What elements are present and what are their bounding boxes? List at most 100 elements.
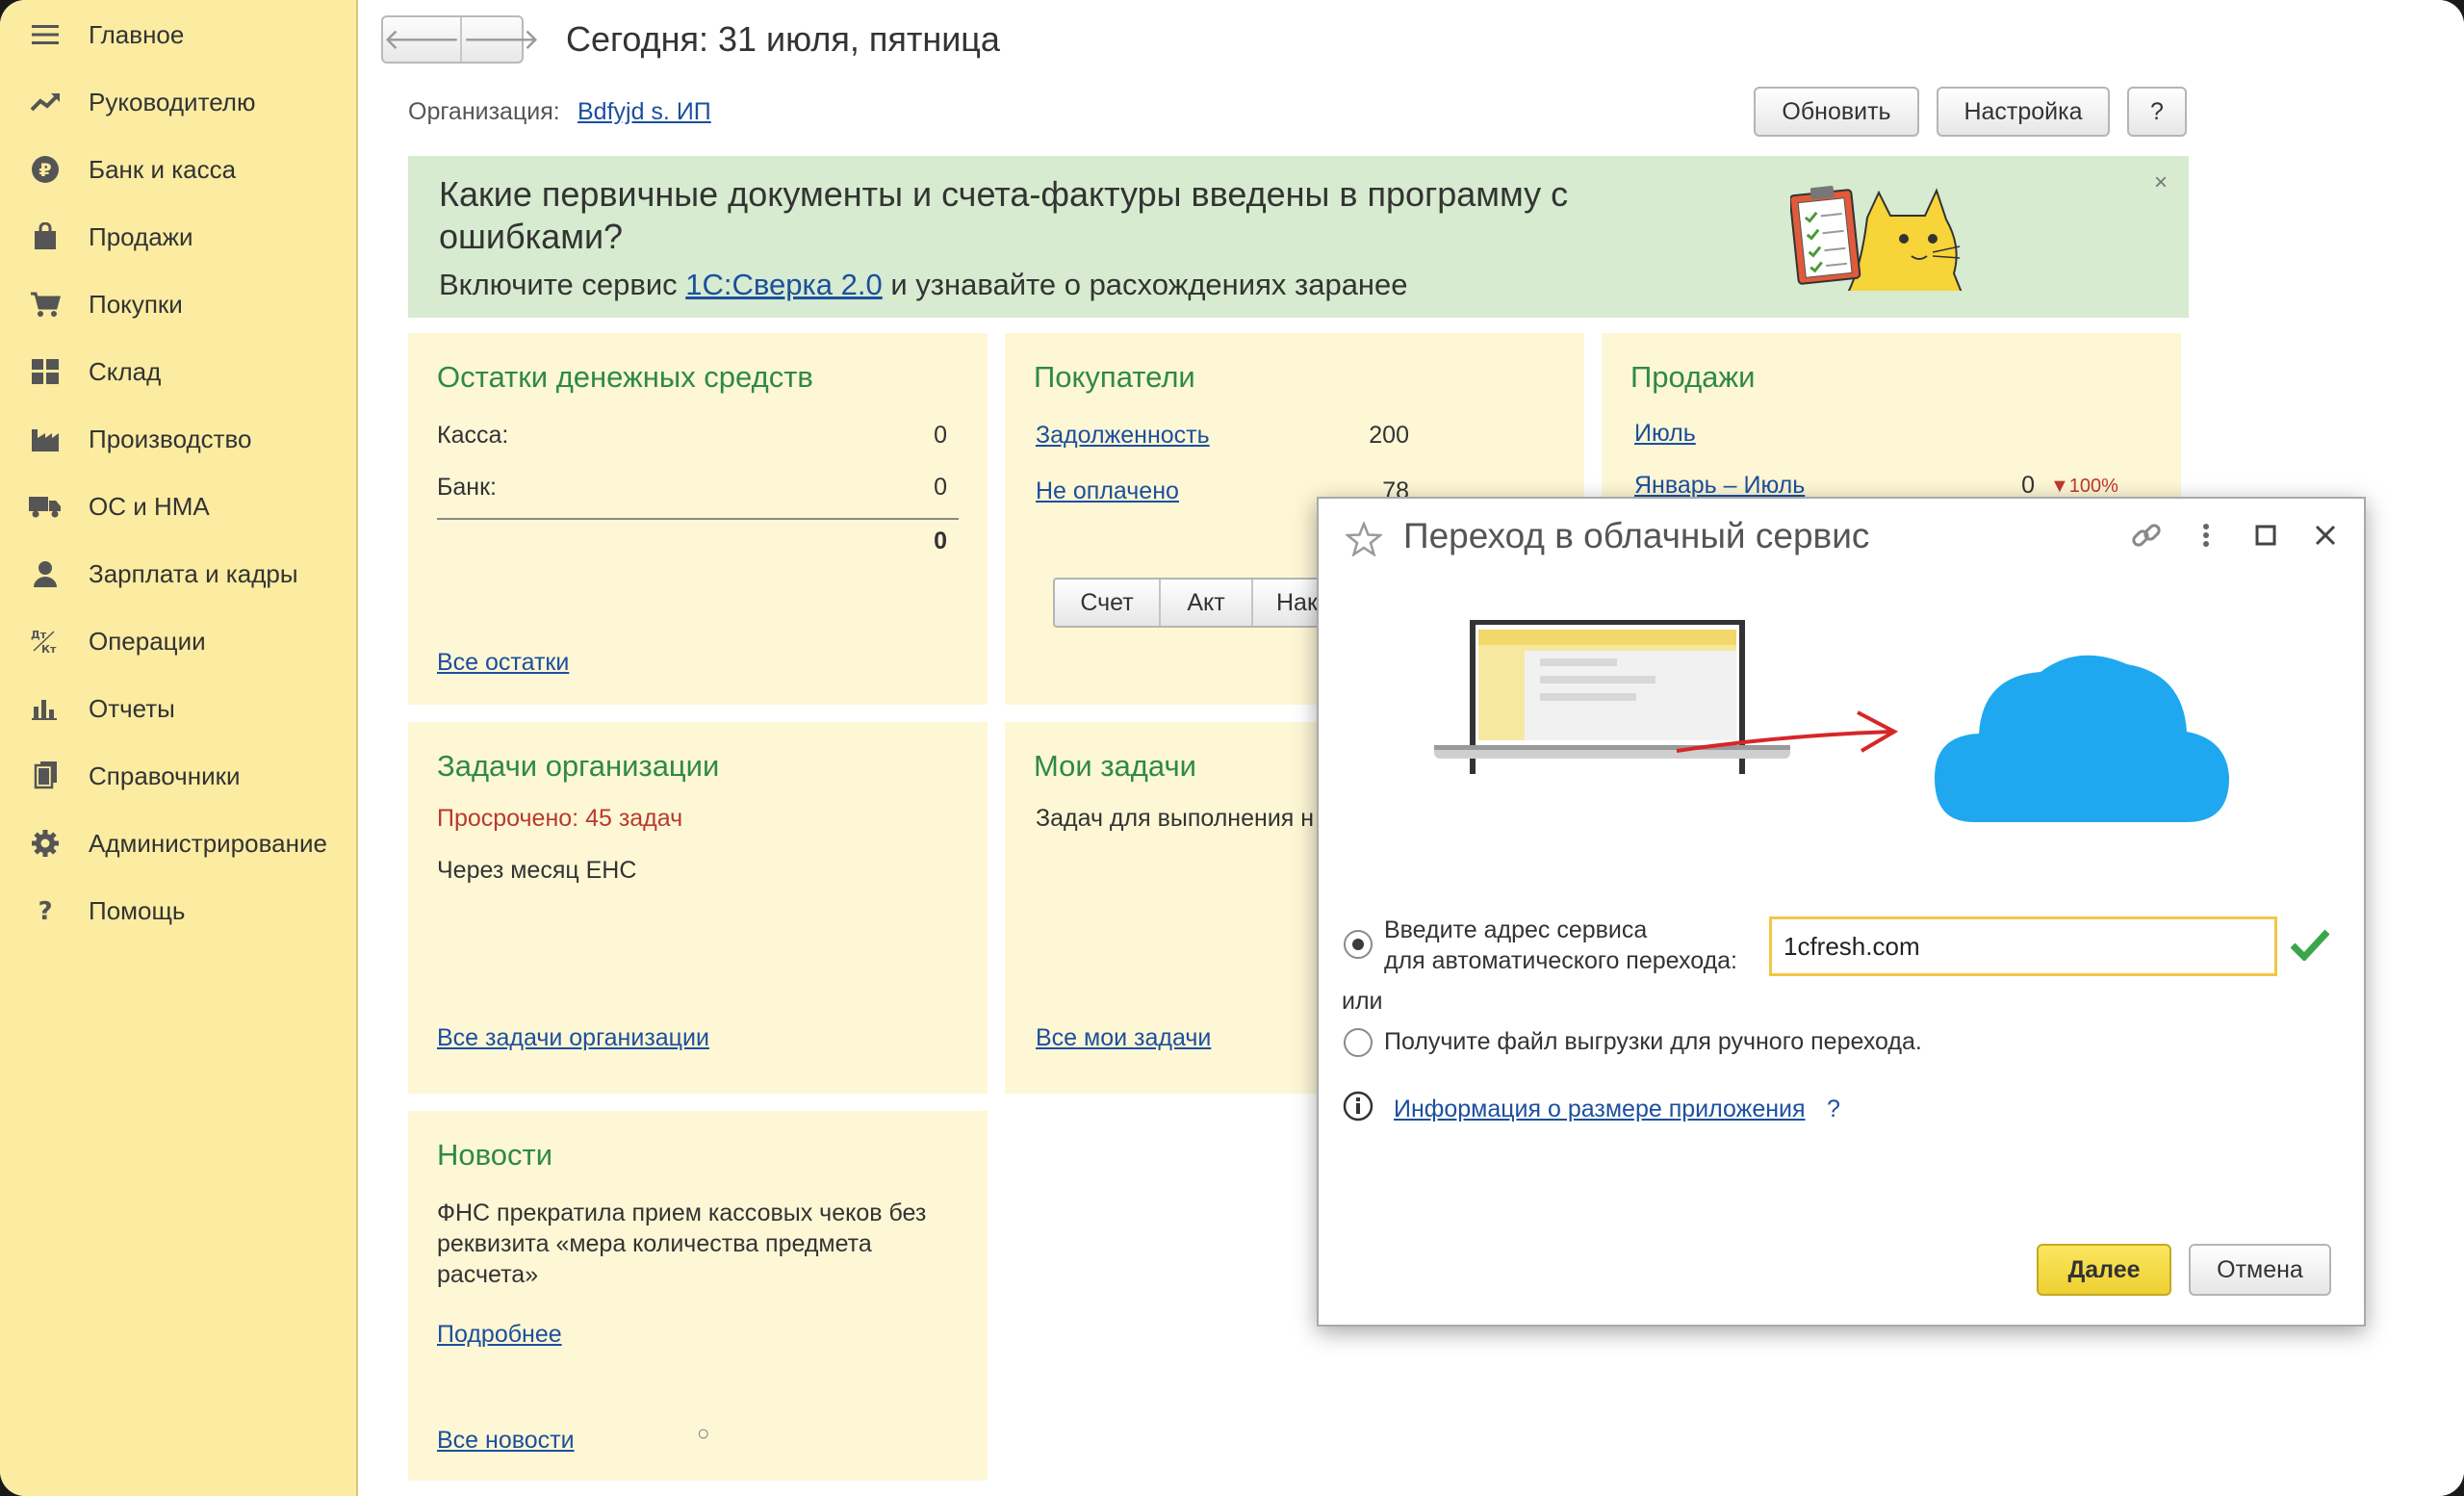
- service-address-input[interactable]: [1769, 916, 2277, 976]
- sverka-link[interactable]: 1С:Сверка 2.0: [685, 268, 882, 301]
- sidebar-item-production[interactable]: Производство: [0, 410, 356, 468]
- star-icon[interactable]: [1344, 520, 1384, 561]
- period-link[interactable]: Январь – Июль: [1634, 472, 1805, 500]
- sidebar-item-label: Покупки: [89, 289, 183, 319]
- sidebar-item-assets[interactable]: ОС и НМА: [0, 477, 356, 535]
- trend-up-icon: [29, 86, 62, 118]
- menu-lines-icon: [29, 18, 62, 51]
- sidebar-item-bank[interactable]: ₽ Банк и касса: [0, 141, 356, 198]
- help-button[interactable]: ?: [2127, 87, 2187, 137]
- sidebar-item-sales[interactable]: Продажи: [0, 208, 356, 266]
- invoice-button[interactable]: Счет: [1055, 580, 1161, 626]
- kassa-value: 0: [934, 422, 947, 449]
- sidebar-item-label: Помощь: [89, 895, 186, 925]
- sidebar-item-reports[interactable]: Отчеты: [0, 680, 356, 737]
- refresh-button[interactable]: Обновить: [1754, 87, 1919, 137]
- month-link[interactable]: Июль: [1634, 420, 1696, 448]
- card-title: Покупатели: [1034, 360, 1195, 394]
- app-window: Главное Руководителю ₽ Банк и касса Прод…: [0, 0, 2464, 1496]
- cat-clipboard-illustration: [1788, 179, 1964, 296]
- cloud-icon: [1935, 643, 2233, 831]
- sidebar-item-manager[interactable]: Руководителю: [0, 73, 356, 131]
- news-more-link[interactable]: Подробнее: [437, 1321, 562, 1349]
- info-help-link[interactable]: ?: [1827, 1096, 1840, 1123]
- sidebar-item-admin[interactable]: Администрирование: [0, 814, 356, 872]
- bar-chart-icon: [29, 692, 62, 725]
- banner-title: Какие первичные документы и счета-фактур…: [439, 174, 1569, 256]
- svg-text:Кт: Кт: [41, 643, 57, 655]
- app-size-info-link[interactable]: Информация о размере приложения: [1394, 1096, 1806, 1123]
- next-task-text: Через месяц ЕНС: [437, 857, 637, 884]
- sidebar-item-help[interactable]: ? Помощь: [0, 882, 356, 940]
- dialog-title: Переход в облачный сервис: [1403, 516, 1870, 555]
- sidebar-item-label: Банк и касса: [89, 154, 237, 184]
- debt-link[interactable]: Задолженность: [1036, 422, 1210, 450]
- close-icon[interactable]: [2306, 516, 2345, 555]
- sidebar-item-operations[interactable]: Дт Кт Операции: [0, 612, 356, 670]
- act-button[interactable]: Акт: [1161, 580, 1253, 626]
- organization-label: Организация:: [408, 98, 560, 125]
- sidebar-item-purchases[interactable]: Покупки: [0, 275, 356, 333]
- auto-migration-label-2: для автоматического перехода:: [1384, 947, 1738, 974]
- banner-subtitle: Включите сервис 1С:Сверка 2.0 и узнавайт…: [439, 268, 1408, 302]
- cloud-migration-dialog: Переход в облачный сервис Введите адрес …: [1317, 497, 2366, 1327]
- promo-banner: Какие первичные документы и счета-фактур…: [408, 156, 2189, 318]
- cancel-button[interactable]: Отмена: [2189, 1244, 2331, 1296]
- unpaid-link[interactable]: Не оплачено: [1036, 477, 1179, 505]
- sidebar-item-warehouse[interactable]: Склад: [0, 343, 356, 400]
- more-vertical-icon[interactable]: [2187, 516, 2225, 555]
- news-pager-dot[interactable]: ○: [697, 1421, 709, 1446]
- person-icon: [29, 557, 62, 590]
- divider: [437, 518, 959, 520]
- sidebar: Главное Руководителю ₽ Банк и касса Прод…: [0, 0, 358, 1496]
- all-balances-link[interactable]: Все остатки: [437, 649, 569, 677]
- next-button[interactable]: Далее: [2037, 1244, 2171, 1296]
- org-tasks-card: Задачи организации Просрочено: 45 задач …: [408, 722, 988, 1094]
- debt-value: 200: [1369, 422, 1409, 449]
- factory-icon: [29, 423, 62, 455]
- arrow-right-icon: 🡒: [462, 24, 540, 56]
- manual-migration-radio[interactable]: [1344, 1028, 1373, 1057]
- page-title: Сегодня: 31 июля, пятница: [566, 19, 1000, 59]
- transfer-arrow-icon: [1675, 697, 1906, 769]
- all-news-link[interactable]: Все новости: [437, 1427, 575, 1455]
- auto-migration-radio[interactable]: [1344, 930, 1373, 959]
- svg-text:₽: ₽: [38, 160, 51, 181]
- banner-close-button[interactable]: ×: [2154, 169, 2168, 196]
- sidebar-item-label: Операции: [89, 626, 206, 656]
- settings-button[interactable]: Настройка: [1937, 87, 2110, 137]
- manual-migration-label: Получите файл выгрузки для ручного перех…: [1384, 1028, 1922, 1055]
- checkmark-icon: [2290, 928, 2330, 966]
- sidebar-item-label: Производство: [89, 424, 252, 453]
- forward-button[interactable]: 🡒: [460, 17, 540, 62]
- question-icon: ?: [29, 894, 62, 927]
- sidebar-item-references[interactable]: Справочники: [0, 747, 356, 805]
- back-button[interactable]: 🡐: [383, 17, 460, 62]
- books-icon: [29, 760, 62, 792]
- overdue-tasks-text: Просрочено: 45 задач: [437, 805, 683, 832]
- card-title: Задачи организации: [437, 749, 720, 783]
- link-icon[interactable]: [2127, 516, 2166, 555]
- warehouse-grid-icon: [29, 355, 62, 388]
- my-tasks-text: Задач для выполнения н: [1036, 805, 1315, 832]
- bank-label: Банк:: [437, 474, 497, 501]
- organization-link[interactable]: Bdfyjd s. ИП: [578, 98, 711, 126]
- maximize-icon[interactable]: [2246, 516, 2285, 555]
- bank-value: 0: [934, 474, 947, 501]
- news-card: Новости ФНС прекратила прием кассовых че…: [408, 1111, 988, 1481]
- cart-icon: [29, 288, 62, 321]
- debit-credit-icon: Дт Кт: [29, 625, 62, 658]
- all-org-tasks-link[interactable]: Все задачи организации: [437, 1024, 709, 1052]
- card-title: Продажи: [1630, 360, 1756, 394]
- sidebar-item-salary[interactable]: Зарплата и кадры: [0, 545, 356, 603]
- all-my-tasks-link[interactable]: Все мои задачи: [1036, 1024, 1211, 1052]
- shopping-bag-icon: [29, 220, 62, 253]
- svg-text:Дт: Дт: [31, 629, 47, 641]
- sidebar-item-label: Склад: [89, 356, 162, 386]
- or-label: или: [1342, 988, 1383, 1015]
- sidebar-item-main[interactable]: Главное: [0, 6, 356, 64]
- gear-icon: [29, 827, 62, 860]
- banner-text-end: и узнавайте о расхождениях заранее: [882, 268, 1408, 301]
- sidebar-item-label: Администрирование: [89, 828, 327, 858]
- kassa-label: Касса:: [437, 422, 509, 449]
